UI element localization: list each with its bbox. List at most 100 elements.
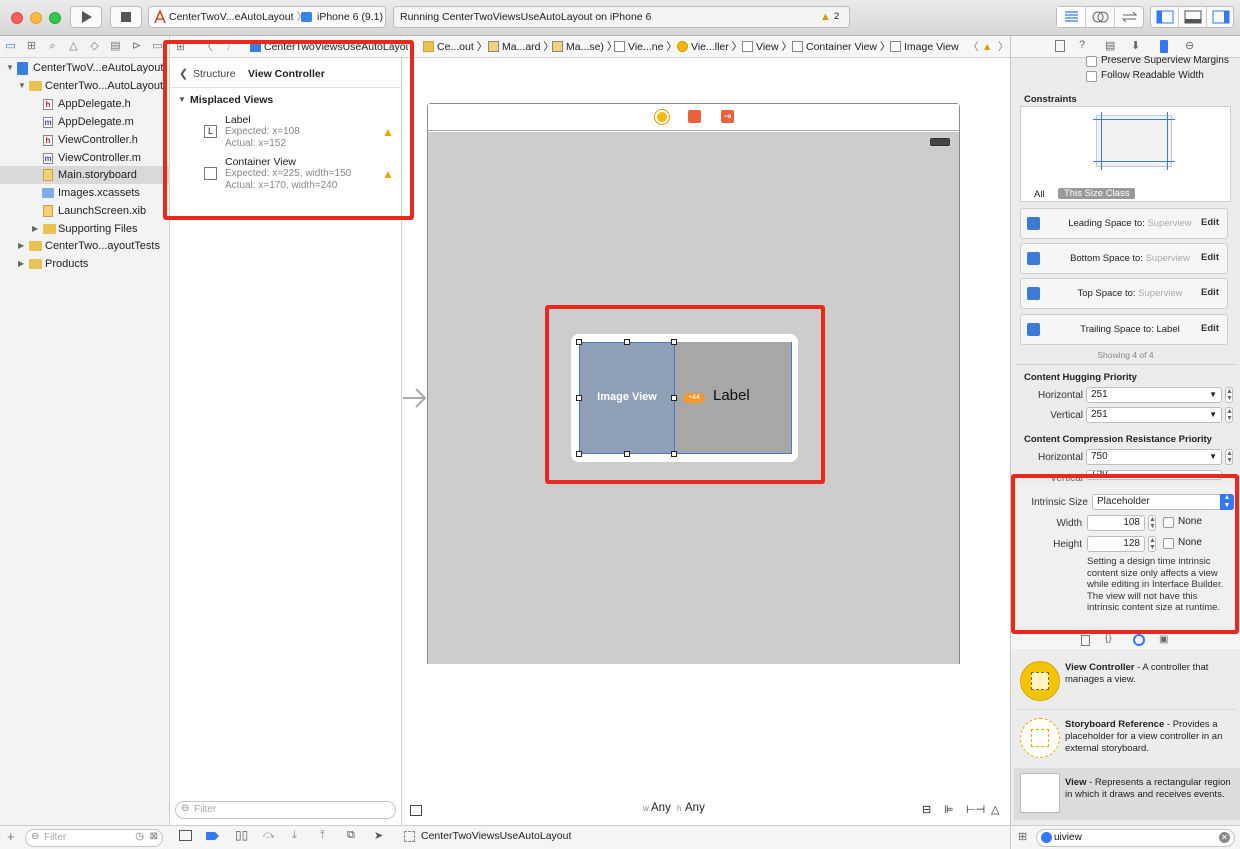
constraint-trailing[interactable]: Trailing Space to: Label Edit xyxy=(1020,314,1228,345)
issue-row-container-view[interactable]: Container View Expected: x=225, width=15… xyxy=(170,155,401,195)
toggle-utilities-button[interactable] xyxy=(1207,7,1235,27)
pause-icon[interactable]: ▯▯ xyxy=(235,828,248,842)
resize-handle[interactable] xyxy=(624,339,630,345)
hide-debug-area-icon[interactable] xyxy=(179,830,192,841)
follow-readable-checkbox[interactable] xyxy=(1086,71,1097,82)
scm-filter-icon[interactable]: ⊠ xyxy=(150,829,158,845)
help-icon[interactable]: ? xyxy=(1079,39,1085,51)
constraint-bottom[interactable]: Bottom Space to: Superview Edit xyxy=(1020,243,1228,274)
version-editor-button[interactable] xyxy=(1115,7,1144,27)
grid-view-icon[interactable]: ⊞ xyxy=(1018,830,1027,843)
report-icon[interactable]: ▭ xyxy=(151,40,164,53)
width-none-checkbox[interactable] xyxy=(1163,517,1174,528)
tree-item-group[interactable]: ▶ Products xyxy=(0,255,170,273)
resize-handle[interactable] xyxy=(576,395,582,401)
height-none-checkbox[interactable] xyxy=(1163,538,1174,549)
tree-item-project[interactable]: ▼ CenterTwoV...eAutoLayout xyxy=(0,59,170,77)
edit-button[interactable]: Edit xyxy=(1201,287,1219,298)
related-items-icon[interactable]: ⊞ xyxy=(176,36,185,58)
file-inspector-icon[interactable] xyxy=(1055,40,1065,52)
resize-handle[interactable] xyxy=(671,339,677,345)
back-chevron-icon[interactable]: ❮ xyxy=(179,67,188,80)
run-button[interactable] xyxy=(70,6,102,28)
interface-builder-canvas[interactable]: ⇥ Image View Label +44 w Any h Any ⊟ ⊫ ⊢… xyxy=(403,58,1010,849)
edit-button[interactable]: Edit xyxy=(1201,252,1219,263)
jump-segment-project[interactable]: CenterTwoViewsUseAutoLayout xyxy=(250,36,408,58)
size-class-height[interactable]: Any xyxy=(685,802,705,814)
preserve-margins-checkbox[interactable] xyxy=(1086,56,1097,67)
hugging-horizontal-stepper[interactable]: ▲ ▼ xyxy=(1225,387,1233,403)
connections-icon[interactable]: ⊖ xyxy=(1185,39,1194,52)
symbol-icon[interactable]: ⊞ xyxy=(25,40,38,53)
media-library-icon[interactable]: ▣ xyxy=(1159,634,1168,645)
add-icon[interactable]: + xyxy=(7,829,15,844)
test-icon[interactable]: ◇ xyxy=(88,40,101,53)
resize-handle[interactable] xyxy=(576,339,582,345)
jump-segment-view-controller[interactable]: Vie...ller 〉 xyxy=(677,36,742,58)
view-debugger-icon[interactable]: ⧉ xyxy=(347,829,355,842)
align-icon[interactable]: ⊫ xyxy=(944,803,954,816)
stop-button[interactable] xyxy=(110,6,142,28)
resize-handle[interactable] xyxy=(624,451,630,457)
compression-horizontal-stepper[interactable]: ▲ ▼ xyxy=(1225,449,1233,465)
intrinsic-width-field[interactable]: 108 xyxy=(1087,515,1145,531)
resize-handle[interactable] xyxy=(671,395,677,401)
pin-icon[interactable]: ⊢⊣ xyxy=(966,803,985,816)
previous-issue-icon[interactable]: 〈 xyxy=(968,36,979,58)
object-library-icon[interactable] xyxy=(1133,634,1145,646)
intrinsic-height-stepper[interactable]: ▲ ▼ xyxy=(1148,536,1156,552)
breakpoint-icon[interactable]: ⊳ xyxy=(130,40,143,53)
outline-toggle-icon[interactable] xyxy=(410,805,422,816)
issue-icon[interactable]: △ xyxy=(67,40,80,53)
library-item-view[interactable]: View - Represents a rectangular region i… xyxy=(1014,768,1240,820)
jump-segment-view[interactable]: View 〉 xyxy=(742,36,792,58)
tree-item-file[interactable]: h ViewController.h xyxy=(0,131,170,149)
toggle-navigator-button[interactable] xyxy=(1151,7,1179,27)
resolve-issues-icon[interactable]: △ xyxy=(991,803,999,816)
edit-button[interactable]: Edit xyxy=(1201,217,1219,228)
step-over-icon[interactable]: ⤼ xyxy=(263,829,275,842)
jump-segment-storyboard[interactable]: Ma...ard 〉 xyxy=(488,36,554,58)
zoom-window-button[interactable] xyxy=(49,12,61,24)
edit-button[interactable]: Edit xyxy=(1201,323,1219,334)
attributes-icon[interactable]: ⬇ xyxy=(1131,39,1140,52)
jump-segment-container-view[interactable]: Container View 〉 xyxy=(792,36,890,58)
scheme-selector[interactable]: CenterTwoV...eAutoLayout 〉 iPhone 6 (9.1… xyxy=(148,6,386,28)
library-item-storyboard-reference[interactable]: Storyboard Reference - Provides a placeh… xyxy=(1016,715,1236,767)
library-search-input[interactable]: uiview ✕ xyxy=(1036,829,1235,847)
tree-item-file[interactable]: h AppDelegate.h xyxy=(0,95,170,113)
size-inspector-icon[interactable] xyxy=(1160,40,1168,53)
folder-icon[interactable]: ▭ xyxy=(4,40,17,53)
view-controller-icon[interactable] xyxy=(655,110,669,124)
library-item-view-controller[interactable]: View Controller - A controller that mana… xyxy=(1016,658,1236,710)
jump-segment-group[interactable]: Ce...out 〉 xyxy=(423,36,487,58)
location-icon[interactable]: ➤ xyxy=(374,829,383,842)
tree-item-group[interactable]: ▶ Supporting Files xyxy=(0,220,170,238)
tab-this-size-class[interactable]: This Size Class xyxy=(1058,188,1136,199)
intrinsic-height-field[interactable]: 128 xyxy=(1087,536,1145,552)
debug-icon[interactable]: ▤ xyxy=(109,40,122,53)
back-icon[interactable]: 〈 xyxy=(202,36,213,58)
minimize-window-button[interactable] xyxy=(30,12,42,24)
assistant-editor-button[interactable] xyxy=(1086,7,1115,27)
navigator-filter-input[interactable]: ⊖ Filter ◷ ⊠ xyxy=(25,829,163,847)
tree-item-file[interactable]: Images.xcassets xyxy=(0,184,170,202)
tree-item-group[interactable]: ▼ CenterTwo...AutoLayout xyxy=(0,77,170,95)
resize-handle[interactable] xyxy=(671,451,677,457)
root-view[interactable]: Image View Label +44 xyxy=(428,132,959,664)
constraint-top[interactable]: Top Space to: Superview Edit xyxy=(1020,278,1228,309)
next-issue-icon[interactable]: 〉 xyxy=(998,36,1009,58)
hugging-horizontal-popup[interactable]: 251 ▼ xyxy=(1086,387,1222,403)
constraint-leading[interactable]: Leading Space to: Superview Edit xyxy=(1020,208,1228,239)
resize-handle[interactable] xyxy=(576,451,582,457)
issue-row-label[interactable]: L Label Expected: x=108 Actual: x=152 ▲ xyxy=(170,112,401,152)
forward-icon[interactable]: 〉 xyxy=(226,36,237,58)
step-out-icon[interactable]: ⤒ xyxy=(320,829,325,842)
tree-item-file-selected[interactable]: Main.storyboard xyxy=(0,166,170,184)
intrinsic-size-popup[interactable]: Placeholder ▲ ▼ xyxy=(1092,494,1234,510)
intrinsic-width-stepper[interactable]: ▲ ▼ xyxy=(1148,515,1156,531)
jump-segment-base[interactable]: Ma...se) 〉 xyxy=(552,36,617,58)
disclosure-open-icon[interactable]: ▼ xyxy=(178,95,186,104)
exit-icon[interactable]: ⇥ xyxy=(721,110,734,123)
toggle-debug-area-button[interactable] xyxy=(1179,7,1207,27)
